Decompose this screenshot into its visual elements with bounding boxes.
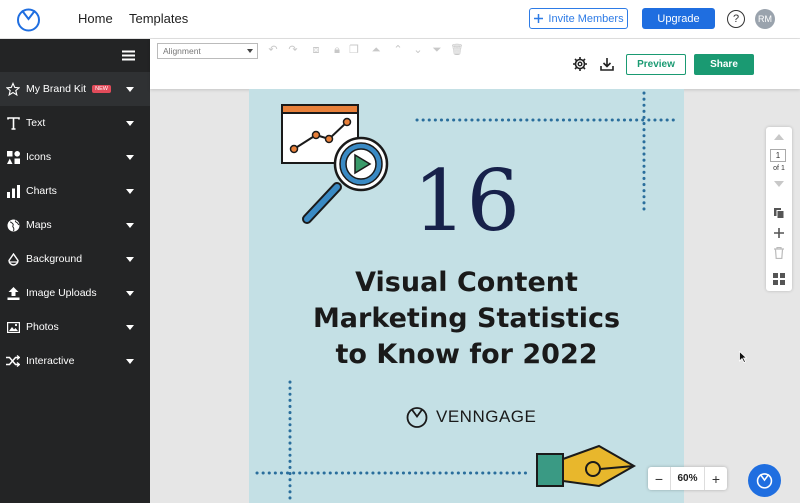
sidebar-item-interactive[interactable]: Interactive [0,344,150,378]
page-count: of 1 [773,165,785,172]
copy-page-icon[interactable] [773,207,785,219]
crop-icon[interactable]: ⧈ [310,44,322,56]
sidebar-item-image-uploads[interactable]: Image Uploads [0,276,150,310]
chevron-down-icon[interactable] [126,257,134,262]
sidebar-item-label: Photos [26,321,59,333]
preview-button[interactable]: Preview [626,54,686,75]
chevron-down-icon[interactable] [126,223,134,228]
sidebar-item-label: Icons [26,151,52,163]
undo-icon[interactable]: ↶ [267,44,279,56]
duplicate-icon[interactable]: ❐ [348,44,360,56]
venngage-logo-icon[interactable] [16,7,41,32]
brand-name: VENNGAGE [436,407,537,426]
shapes-icon [6,150,20,164]
sidebar-item-icons[interactable]: Icons [0,140,150,174]
chevron-down-icon[interactable] [126,325,134,330]
image-icon [6,320,20,334]
chevron-down-icon[interactable] [126,87,134,92]
chevron-down-icon[interactable] [126,291,134,296]
chevron-up-icon[interactable] [774,134,784,140]
chevron-down-icon[interactable] [126,189,134,194]
shuffle-icon [6,354,20,368]
redo-icon[interactable]: ↷ [287,44,299,56]
alignment-select[interactable]: Alignment [157,43,258,59]
brand-logo[interactable]: VENNGAGE [406,406,536,428]
nav-home[interactable]: Home [78,11,113,26]
pen-nib-illustration [536,444,637,488]
sidebar: My Brand Kit NEW Text Icons Charts Maps … [0,39,150,503]
send-backward-icon[interactable]: ⌄ [412,44,424,56]
headline-line: to Know for 2022 [335,339,598,370]
zoom-level[interactable]: 60% [670,467,705,490]
headline-text[interactable]: Visual Content Marketing Statistics to K… [249,265,684,373]
upgrade-button[interactable]: Upgrade [642,8,715,29]
sidebar-item-text[interactable]: Text [0,106,150,140]
alignment-select-value: Alignment [163,46,201,56]
chevron-down-icon [247,49,253,53]
headline-line: Marketing Statistics [312,303,621,334]
invite-members-label: Invite Members [548,12,624,25]
headline-line: Visual Content [355,267,578,298]
page-navigator: 1 of 1 [766,127,792,291]
text-icon [6,116,20,130]
sidebar-item-label: Background [26,253,83,265]
venngage-logo-icon [406,407,428,428]
bring-to-front-icon[interactable]: ⏶ [370,44,382,56]
zoom-control: − 60% + [648,467,727,490]
design-canvas[interactable]: 16 Visual Content Marketing Statistics t… [249,89,684,503]
headline-number[interactable]: 16 [249,159,684,243]
chevron-down-icon[interactable] [126,155,134,160]
send-to-back-icon[interactable]: ⏷ [431,44,443,56]
venngage-logo-icon [756,473,773,489]
zoom-in-button[interactable]: + [705,471,727,487]
bring-forward-icon[interactable]: ⌃ [392,44,404,56]
sidebar-item-label: Maps [26,219,52,231]
invite-members-button[interactable]: Invite Members [529,8,628,29]
grid-view-icon[interactable] [773,273,785,285]
nav-templates[interactable]: Templates [129,11,188,26]
share-button[interactable]: Share [694,54,754,75]
sidebar-item-label: My Brand Kit [26,83,87,95]
sidebar-item-background[interactable]: Background [0,242,150,276]
sidebar-item-photos[interactable]: Photos [0,310,150,344]
upload-icon [6,286,20,300]
download-icon[interactable] [599,56,615,72]
sidebar-item-label: Image Uploads [26,287,97,299]
chevron-down-icon[interactable] [126,359,134,364]
chevron-down-icon[interactable] [774,181,784,187]
add-page-icon[interactable] [773,227,785,239]
plus-icon [534,14,544,23]
page-number-input[interactable]: 1 [770,149,786,162]
mouse-cursor-icon [739,351,747,363]
sidebar-item-label: Charts [26,185,57,197]
trash-icon[interactable] [774,247,784,259]
sidebar-item-label: Text [26,117,46,129]
new-badge: NEW [92,85,111,93]
chevron-down-icon[interactable] [126,121,134,126]
avatar[interactable]: RM [755,9,775,29]
globe-icon [6,218,20,232]
trash-icon[interactable]: 🗑︎ [450,44,464,56]
sidebar-item-my-brand-kit[interactable]: My Brand Kit NEW [0,72,150,106]
sidebar-item-maps[interactable]: Maps [0,208,150,242]
chat-support-button[interactable] [748,464,781,497]
lock-icon[interactable]: 🔒︎ [331,44,343,56]
bar-chart-icon [6,184,20,198]
menu-icon[interactable] [122,50,135,61]
gear-icon[interactable] [572,56,588,72]
zoom-out-button[interactable]: − [648,471,670,487]
top-bar: Home Templates Invite Members Upgrade ? … [0,0,800,39]
paint-bucket-icon [6,252,20,266]
sidebar-item-label: Interactive [26,355,75,367]
star-icon [6,81,20,96]
sidebar-item-charts[interactable]: Charts [0,174,150,208]
help-icon[interactable]: ? [727,10,745,28]
